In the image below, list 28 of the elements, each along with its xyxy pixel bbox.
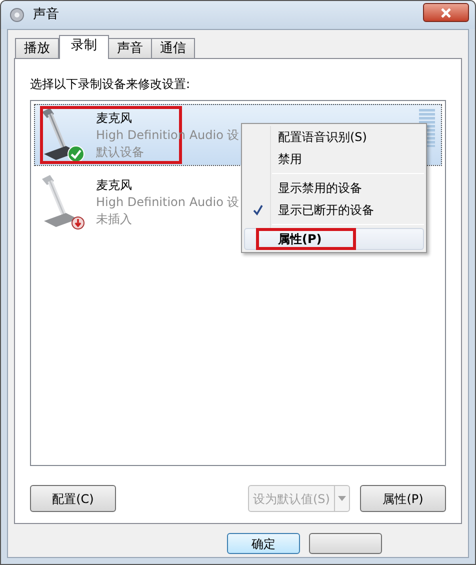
tab[interactable]: 通信 <box>151 38 195 58</box>
window-title: 声音 <box>33 6 59 24</box>
button[interactable]: 属性(P) <box>360 485 446 512</box>
menu-item[interactable]: 显示已断开的设备 <box>244 199 424 221</box>
dropdown-arrow-icon <box>338 496 346 501</box>
menu-item-label: 显示已断开的设备 <box>278 202 374 219</box>
device-description: High Definition Audio 设 <box>96 194 240 210</box>
instruction-text: 选择以下录制设备来修改设置: <box>30 76 192 93</box>
menu-item-label: 显示禁用的设备 <box>278 180 362 197</box>
menu-item-label: 禁用 <box>278 151 302 168</box>
tab[interactable]: 播放 <box>15 38 59 58</box>
button[interactable] <box>309 533 382 554</box>
device-status: 未插入 <box>96 210 133 228</box>
menu-item-label: 属性(P) <box>278 231 322 248</box>
menu-item[interactable]: 属性(P) <box>244 228 424 250</box>
menu-item[interactable]: 配置语音识别(S) <box>244 126 424 148</box>
close-icon <box>441 8 451 18</box>
close-button[interactable] <box>423 3 469 22</box>
menu-item-label: 配置语音识别(S) <box>278 129 367 146</box>
device-name: 麦克风 <box>96 110 133 126</box>
button[interactable]: 配置(C) <box>30 485 116 512</box>
tab[interactable]: 声音 <box>108 38 152 58</box>
menu-item[interactable]: 显示禁用的设备 <box>244 177 424 199</box>
tab[interactable]: 录制 <box>59 35 109 59</box>
button[interactable]: 确定 <box>227 533 300 554</box>
device-status: 默认设备 <box>96 144 145 160</box>
speaker-icon <box>9 7 25 23</box>
device-name: 麦克风 <box>96 176 133 194</box>
